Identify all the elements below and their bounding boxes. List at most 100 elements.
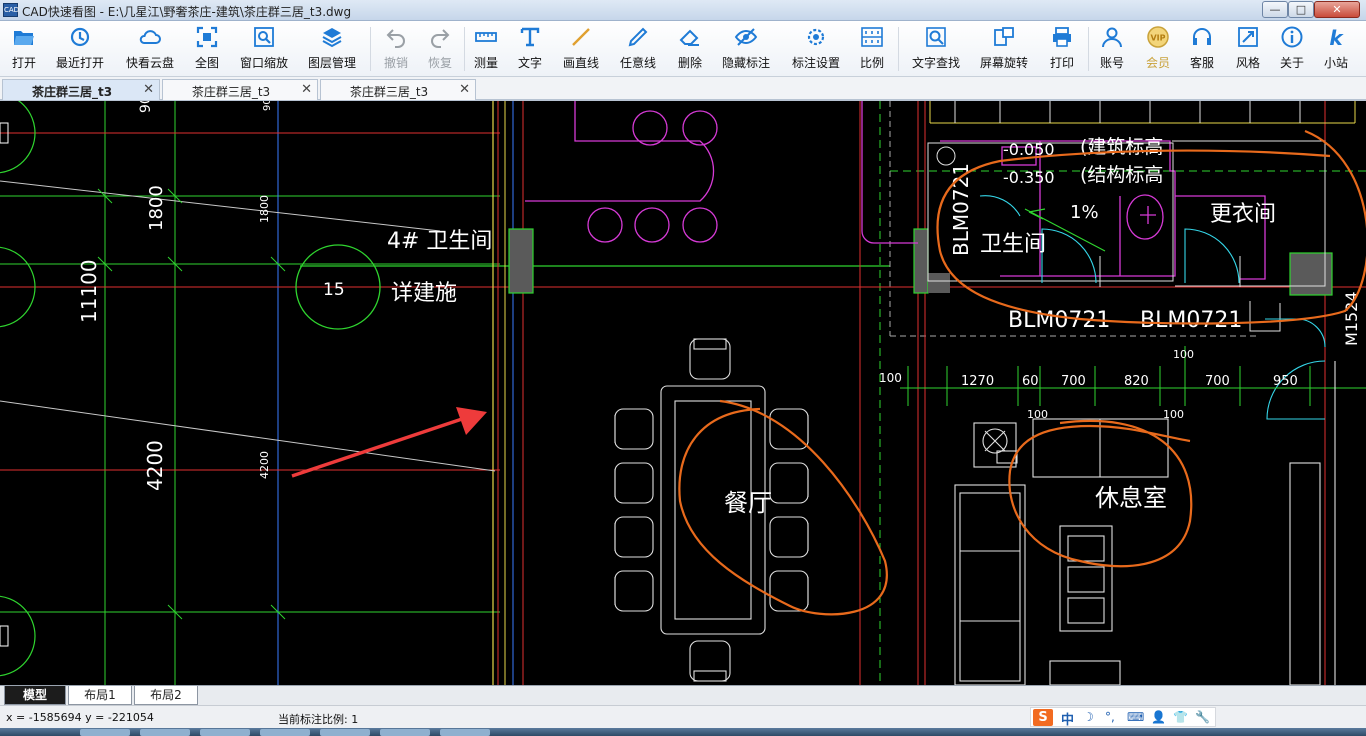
door-code-right: M1524 (1342, 291, 1361, 346)
close-tab-icon[interactable]: ✕ (301, 82, 312, 97)
skin-icon[interactable]: 👕 (1173, 710, 1188, 724)
customer-service-button[interactable]: 客服 (1184, 25, 1220, 73)
close-tab-icon[interactable]: ✕ (459, 82, 470, 97)
dim-text: 700 (1205, 374, 1230, 389)
taskbar-item[interactable] (380, 729, 430, 736)
tab-layout1[interactable]: 布局1 (68, 686, 132, 705)
recent-open-button[interactable]: 最近打开 (52, 25, 108, 73)
layers-icon (322, 28, 342, 48)
axis-lines (0, 101, 1366, 685)
taskbar-item[interactable] (260, 729, 310, 736)
printer-icon (1053, 27, 1071, 47)
status-bar: x = -1585694 y = -221054 当前标注比例: 1 S 中 ☽… (0, 705, 1366, 728)
red-arrow-annotation (291, 417, 463, 478)
text-button[interactable]: 文字 (512, 25, 548, 73)
dim-text: 100 (879, 371, 902, 385)
print-button[interactable]: 打印 (1044, 25, 1080, 73)
close-tab-icon[interactable]: ✕ (143, 82, 154, 97)
room-label-lounge: 休息室 (1095, 484, 1167, 512)
cursor-coordinates: x = -1585694 y = -221054 (6, 711, 154, 724)
punctuation-icon[interactable]: °, (1105, 710, 1115, 724)
dim-text: 1800 (258, 195, 271, 223)
drawing-canvas[interactable]: 900 1800 11100 4200 900 1800 4200 15 4# … (0, 101, 1366, 685)
annotation-scale-status: 当前标注比例: 1 (278, 713, 359, 726)
vip-badge-icon: VIP (1147, 26, 1169, 48)
minimize-button[interactable]: — (1262, 1, 1288, 18)
layer-manager-button[interactable]: 图层管理 (304, 25, 360, 73)
toolbar-separator (1088, 27, 1089, 71)
main-toolbar: 打开 最近打开 快看云盘 全图 窗口缩放 图层管理 撤销 恢复 测量 文字 画直… (0, 21, 1366, 77)
text-search-button[interactable]: 文字查找 (906, 25, 966, 73)
style-icon (1238, 27, 1258, 47)
svg-text:VIP: VIP (1150, 34, 1165, 43)
ruler-icon (475, 32, 497, 42)
magenta-wall-outlines (525, 101, 1266, 280)
mini-site-button[interactable]: k 小站 (1318, 25, 1354, 73)
door-code-2: BLM0721 (1140, 308, 1242, 333)
keyboard-icon[interactable]: ⌨ (1127, 710, 1144, 724)
freehand-line-button[interactable]: 任意线 (616, 25, 660, 73)
hide-annotations-button[interactable]: 隐藏标注 (718, 25, 774, 73)
window-title: CAD快速看图 - E:\几星江\野奢茶庄-建筑\茶庄群三居_t3.dwg (22, 5, 352, 19)
taskbar-item[interactable] (320, 729, 370, 736)
open-button[interactable]: 打开 (4, 25, 44, 73)
sogou-logo-icon[interactable]: S (1033, 709, 1053, 726)
undo-button[interactable]: 撤销 (378, 25, 414, 73)
dimension-ticks (97, 188, 286, 620)
dim-text: 900 (138, 101, 154, 113)
k-site-icon: k (1329, 26, 1344, 49)
ime-mode-indicator[interactable]: 中 (1061, 709, 1074, 728)
draw-line-button[interactable]: 画直线 (558, 25, 604, 73)
user-profile-icon[interactable]: 👤 (1151, 710, 1166, 724)
dim-text: 1800 (146, 185, 167, 231)
measure-button[interactable]: 测量 (468, 25, 504, 73)
cloud-drive-button[interactable]: 快看云盘 (122, 25, 178, 73)
delete-button[interactable]: 删除 (670, 25, 710, 73)
tools-icon[interactable]: 🔧 (1195, 710, 1210, 724)
window-zoom-button[interactable]: 窗口缩放 (236, 25, 292, 73)
redo-button[interactable]: 恢复 (422, 25, 458, 73)
axis-bubble (0, 101, 36, 174)
close-window-button[interactable]: ✕ (1314, 1, 1360, 18)
vip-membership-button[interactable]: VIP 会员 (1140, 25, 1176, 73)
toolbar-separator (898, 27, 899, 71)
tab-document-3[interactable]: 茶庄群三居_t3 ✕ (320, 79, 476, 100)
line-icon (572, 28, 590, 46)
detail-number: 15 (323, 280, 345, 300)
layout-tab-bar: 模型 布局1 布局2 (0, 685, 1366, 705)
room-label-closet: 更衣间 (1210, 202, 1276, 227)
elevation-value-2: -0.350 (1003, 168, 1055, 187)
dim-text: 820 (1124, 374, 1149, 389)
redo-icon (431, 29, 450, 48)
svg-text:k: k (1329, 26, 1344, 49)
style-button[interactable]: 风格 (1230, 25, 1266, 73)
tab-layout2[interactable]: 布局2 (134, 686, 198, 705)
moon-icon[interactable]: ☽ (1083, 710, 1094, 724)
axis-grid-lines (0, 101, 1366, 685)
os-taskbar (0, 728, 1366, 736)
taskbar-item[interactable] (80, 729, 130, 736)
maximize-button[interactable]: □ (1288, 1, 1314, 18)
annotation-settings-button[interactable]: 标注设置 (788, 25, 844, 73)
scale-ratio-button[interactable]: 比例 (854, 25, 890, 73)
full-view-icon (196, 26, 218, 48)
dim-text: 100 (1173, 348, 1194, 361)
text-search-icon (926, 27, 946, 47)
taskbar-item[interactable] (140, 729, 190, 736)
toolbar-separator (370, 27, 371, 71)
screen-rotate-button[interactable]: 屏幕旋转 (976, 25, 1032, 73)
full-view-button[interactable]: 全图 (188, 25, 226, 73)
taskbar-item[interactable] (200, 729, 250, 736)
input-method-bar[interactable]: S 中 ☽ °, ⌨ 👤 👕 🔧 (1030, 707, 1216, 728)
taskbar-item[interactable] (440, 729, 490, 736)
screen-rotate-icon (994, 27, 1014, 46)
headset-icon (1193, 28, 1211, 45)
about-button[interactable]: 关于 (1274, 25, 1310, 73)
tab-document-2[interactable]: 茶庄群三居_t3 ✕ (162, 79, 318, 100)
tab-model[interactable]: 模型 (4, 686, 66, 705)
leader-line (0, 180, 441, 232)
dim-text: 950 (1273, 374, 1298, 389)
detail-note-line1: 4# 卫生间 (387, 229, 492, 254)
account-button[interactable]: 账号 (1094, 25, 1130, 73)
tab-document-1[interactable]: 茶庄群三居_t3 ✕ (2, 79, 160, 100)
